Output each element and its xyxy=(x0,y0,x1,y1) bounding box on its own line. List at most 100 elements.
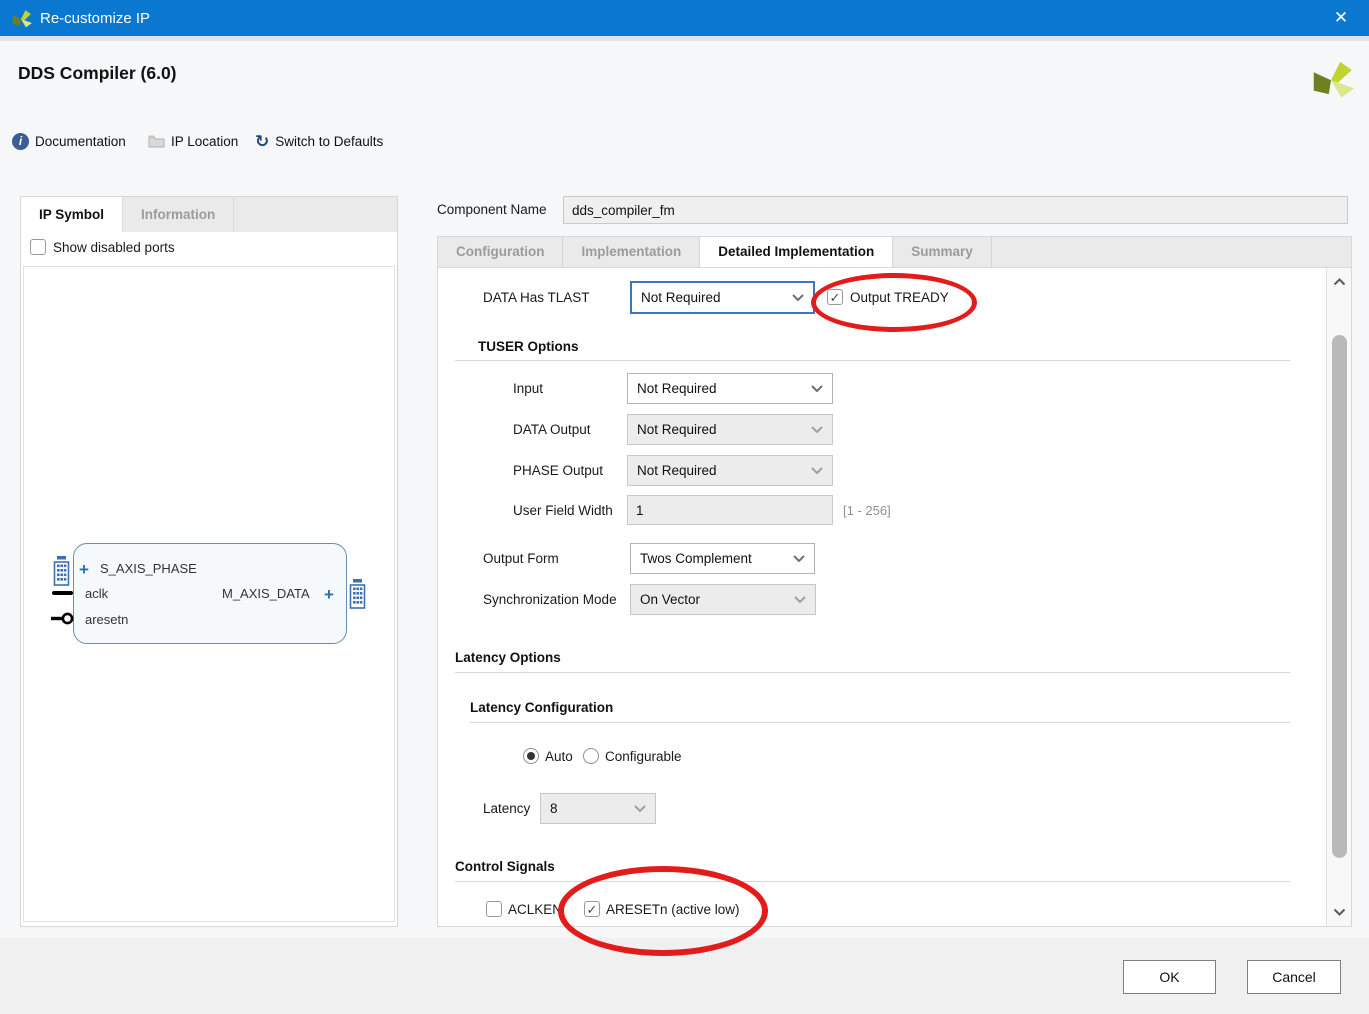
scroll-up-icon[interactable] xyxy=(1327,272,1351,292)
tuser-input-dropdown[interactable]: Not Required xyxy=(627,373,833,404)
switch-to-defaults-button[interactable]: ↻ Switch to Defaults xyxy=(255,130,383,152)
output-form-value: Twos Complement xyxy=(640,551,752,566)
aclken-label: ACLKEN xyxy=(508,902,563,917)
scrollbar-thumb[interactable] xyxy=(1332,335,1347,858)
tuser-options-divider xyxy=(455,360,1290,361)
footer-bar: OK Cancel xyxy=(0,938,1369,1014)
data-has-tlast-value: Not Required xyxy=(641,290,721,305)
user-field-width-value: 1 xyxy=(636,502,644,518)
tuser-phase-output-value: Not Required xyxy=(637,463,717,478)
latency-dropdown: 8 xyxy=(540,793,656,824)
window-title: Re-customize IP xyxy=(40,9,151,27)
user-field-width-range: [1 - 256] xyxy=(843,503,891,518)
info-icon: i xyxy=(12,132,29,150)
left-panel-tabs: IP Symbol Information xyxy=(21,197,397,232)
ip-location-button[interactable]: IP Location xyxy=(148,130,238,152)
xilinx-logo-icon xyxy=(12,10,32,28)
tab-detailed-implementation[interactable]: Detailed Implementation xyxy=(700,237,894,267)
component-name-label: Component Name xyxy=(437,202,547,217)
synchronization-mode-value: On Vector xyxy=(640,592,701,607)
latency-label: Latency xyxy=(483,801,531,816)
chevron-down-icon xyxy=(811,467,823,474)
expand-s-axis-phase-icon[interactable]: + xyxy=(79,561,89,578)
tuser-data-output-label: DATA Output xyxy=(513,422,591,437)
tuser-data-output-dropdown: Not Required xyxy=(627,414,833,445)
switch-to-defaults-label: Switch to Defaults xyxy=(275,133,384,149)
documentation-button[interactable]: i Documentation xyxy=(12,130,126,152)
latency-options-title: Latency Options xyxy=(455,650,561,665)
folder-icon xyxy=(148,135,165,148)
aresetn-checkbox[interactable]: ✓ xyxy=(584,901,600,917)
recustomize-ip-dialog: Re-customize IP ✕ DDS Compiler (6.0) i D… xyxy=(0,0,1369,1014)
ip-symbol-panel: IP Symbol Information ✓ Show disabled po… xyxy=(20,196,398,927)
aresetn-pin-icon xyxy=(51,612,74,625)
synchronization-mode-dropdown: On Vector xyxy=(630,584,816,615)
bus-connector-left-icon xyxy=(53,556,70,586)
tuser-data-output-value: Not Required xyxy=(637,422,717,437)
latency-configurable-radio[interactable] xyxy=(583,748,599,764)
port-s-axis-phase: S_AXIS_PHASE xyxy=(100,561,197,576)
control-signals-divider xyxy=(455,881,1290,882)
show-disabled-ports-checkbox[interactable]: ✓ xyxy=(30,239,46,255)
chevron-down-icon xyxy=(811,385,823,392)
tab-information[interactable]: Information xyxy=(123,197,235,232)
chevron-down-icon xyxy=(792,294,804,301)
documentation-label: Documentation xyxy=(35,133,126,149)
latency-configurable-label: Configurable xyxy=(605,749,682,764)
ip-symbol-body: ✓ Show disabled ports + S_AXIS_PHASE acl… xyxy=(21,232,397,926)
control-signals-title: Control Signals xyxy=(455,859,555,874)
latency-options-divider xyxy=(455,672,1290,673)
cancel-button[interactable]: Cancel xyxy=(1247,960,1341,994)
aclk-pin-icon xyxy=(52,591,73,595)
output-form-label: Output Form xyxy=(483,551,559,566)
titlebar: Re-customize IP ✕ xyxy=(0,0,1369,36)
xilinx-logo-large-icon xyxy=(1313,61,1354,98)
user-field-width-label: User Field Width xyxy=(513,503,613,518)
vertical-scrollbar[interactable] xyxy=(1326,268,1351,926)
port-aresetn: aresetn xyxy=(85,612,129,627)
tuser-phase-output-dropdown: Not Required xyxy=(627,455,833,486)
tab-summary[interactable]: Summary xyxy=(893,237,992,267)
tab-implementation[interactable]: Implementation xyxy=(563,237,701,267)
latency-auto-label: Auto xyxy=(545,749,573,764)
data-has-tlast-dropdown[interactable]: Not Required xyxy=(630,281,815,314)
data-has-tlast-label: DATA Has TLAST xyxy=(483,290,590,305)
tuser-input-label: Input xyxy=(513,381,544,396)
tab-ip-symbol[interactable]: IP Symbol xyxy=(21,197,124,232)
page-title: DDS Compiler (6.0) xyxy=(18,63,177,83)
latency-configuration-divider xyxy=(470,722,1290,723)
show-disabled-ports-label: Show disabled ports xyxy=(53,239,175,255)
tab-configuration[interactable]: Configuration xyxy=(438,237,564,267)
ip-location-label: IP Location xyxy=(171,133,239,149)
tuser-input-value: Not Required xyxy=(637,381,717,396)
component-name-input[interactable] xyxy=(563,196,1348,224)
latency-value: 8 xyxy=(550,801,558,816)
user-field-width-input: 1 xyxy=(627,495,833,525)
show-disabled-ports-row: ✓ Show disabled ports xyxy=(30,239,175,255)
refresh-icon: ↻ xyxy=(255,131,270,151)
chevron-down-icon xyxy=(793,555,805,562)
tuser-phase-output-label: PHASE Output xyxy=(513,463,604,478)
output-form-dropdown[interactable]: Twos Complement xyxy=(630,543,815,574)
bus-connector-right-icon xyxy=(349,579,366,609)
latency-configuration-title: Latency Configuration xyxy=(470,700,614,715)
port-aclk: aclk xyxy=(85,586,109,601)
chevron-down-icon xyxy=(634,805,646,812)
titlebar-divider xyxy=(0,36,1369,41)
aclken-checkbox[interactable]: ✓ xyxy=(486,901,502,917)
scroll-down-icon[interactable] xyxy=(1327,902,1351,922)
latency-auto-radio[interactable] xyxy=(523,748,539,764)
chevron-down-icon xyxy=(811,426,823,433)
output-tready-checkbox[interactable]: ✓ xyxy=(827,289,843,305)
configuration-tabs: Configuration Implementation Detailed Im… xyxy=(437,236,1352,267)
output-tready-label: Output TREADY xyxy=(850,290,949,305)
ok-button[interactable]: OK xyxy=(1123,960,1216,994)
aresetn-label: ARESETn (active low) xyxy=(606,902,740,917)
tuser-options-title: TUSER Options xyxy=(478,339,579,354)
chevron-down-icon xyxy=(794,596,806,603)
port-m-axis-data: M_AXIS_DATA xyxy=(222,586,310,601)
synchronization-mode-label: Synchronization Mode xyxy=(483,592,617,607)
detailed-implementation-content: DATA Has TLAST Not Required ✓ Output TRE… xyxy=(437,267,1352,927)
close-icon[interactable]: ✕ xyxy=(1321,0,1361,36)
expand-m-axis-data-icon[interactable]: + xyxy=(324,586,334,603)
